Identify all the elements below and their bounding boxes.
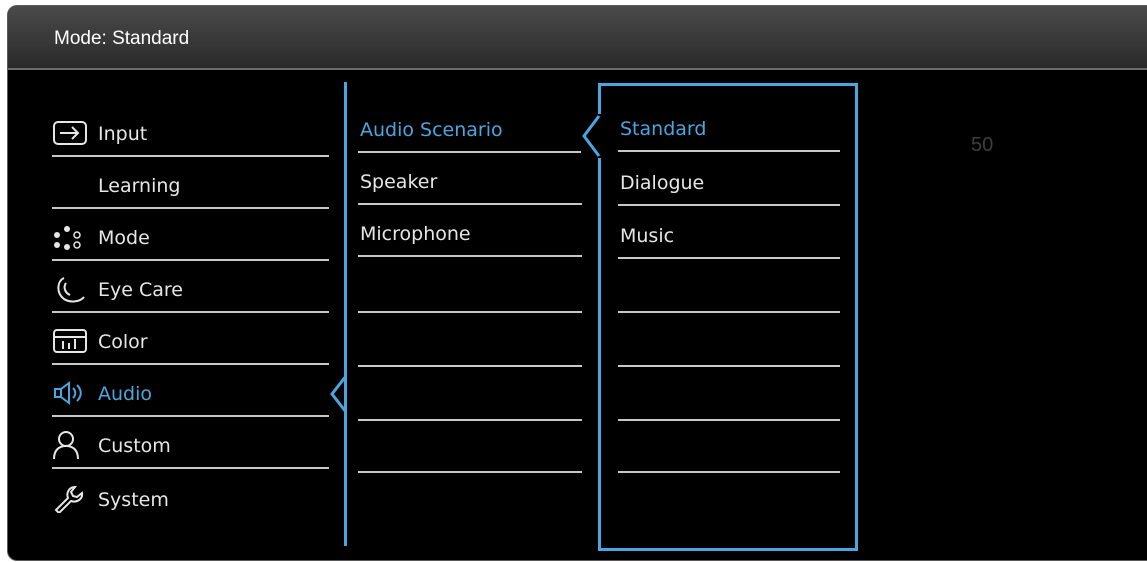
audio-icon [52, 379, 90, 407]
option-label: Dialogue [620, 172, 705, 194]
menu-item-input[interactable]: Input [52, 105, 329, 157]
menu-item-label: Input [98, 123, 148, 145]
option-empty-row [618, 369, 840, 421]
submenu-item-label: Microphone [360, 223, 471, 245]
option-empty-row [618, 315, 840, 367]
menu-item-label: Eye Care [98, 279, 183, 301]
submenu-item-label: Speaker [360, 171, 438, 193]
option-dialogue[interactable]: Dialogue [618, 154, 840, 206]
custom-icon [52, 431, 90, 460]
menu-item-mode[interactable]: Mode [52, 209, 329, 261]
option-label: Music [620, 225, 675, 247]
column-divider [344, 82, 347, 546]
selection-chevron-icon [330, 375, 348, 413]
menu-item-label: Learning [98, 175, 181, 197]
option-empty-row [618, 421, 840, 473]
submenu-item-label: Audio Scenario [360, 119, 503, 141]
option-empty-row [618, 261, 840, 313]
submenu-empty-row [358, 315, 582, 367]
value-readout: 50 [971, 134, 994, 156]
submenu-empty-row [358, 369, 582, 421]
color-icon [52, 327, 90, 355]
menu-item-learning[interactable]: Learning [52, 157, 329, 209]
input-icon [52, 119, 90, 147]
options-chevron-icon [581, 114, 601, 158]
eye-care-icon [52, 275, 90, 303]
system-icon [52, 485, 90, 515]
menu-item-audio[interactable]: Audio [52, 365, 329, 417]
option-music[interactable]: Music [618, 207, 840, 259]
menu-item-label: System [98, 489, 169, 511]
menu-item-custom[interactable]: Custom [52, 417, 329, 469]
submenu-empty-row [358, 261, 582, 313]
menu-item-eye-care[interactable]: Eye Care [52, 261, 329, 313]
option-standard[interactable]: Standard [618, 100, 840, 152]
menu-item-label: Color [98, 331, 148, 353]
osd-menu: Mode: Standard Input Learning Mode Eye C… [7, 5, 1147, 561]
menu-item-label: Custom [98, 435, 171, 457]
menu-item-label: Mode [98, 227, 150, 249]
option-label: Standard [620, 118, 707, 140]
submenu-item-audio-scenario[interactable]: Audio Scenario [358, 101, 582, 153]
submenu-item-speaker[interactable]: Speaker [358, 153, 582, 205]
menu-item-color[interactable]: Color [52, 313, 329, 365]
title-bar: Mode: Standard [8, 6, 1147, 70]
submenu-empty-row [358, 421, 582, 473]
menu-item-label: Audio [98, 383, 153, 405]
submenu-item-microphone[interactable]: Microphone [358, 205, 582, 257]
mode-icon [52, 223, 90, 251]
menu-item-system[interactable]: System [52, 469, 329, 521]
page-title: Mode: Standard [54, 28, 190, 49]
